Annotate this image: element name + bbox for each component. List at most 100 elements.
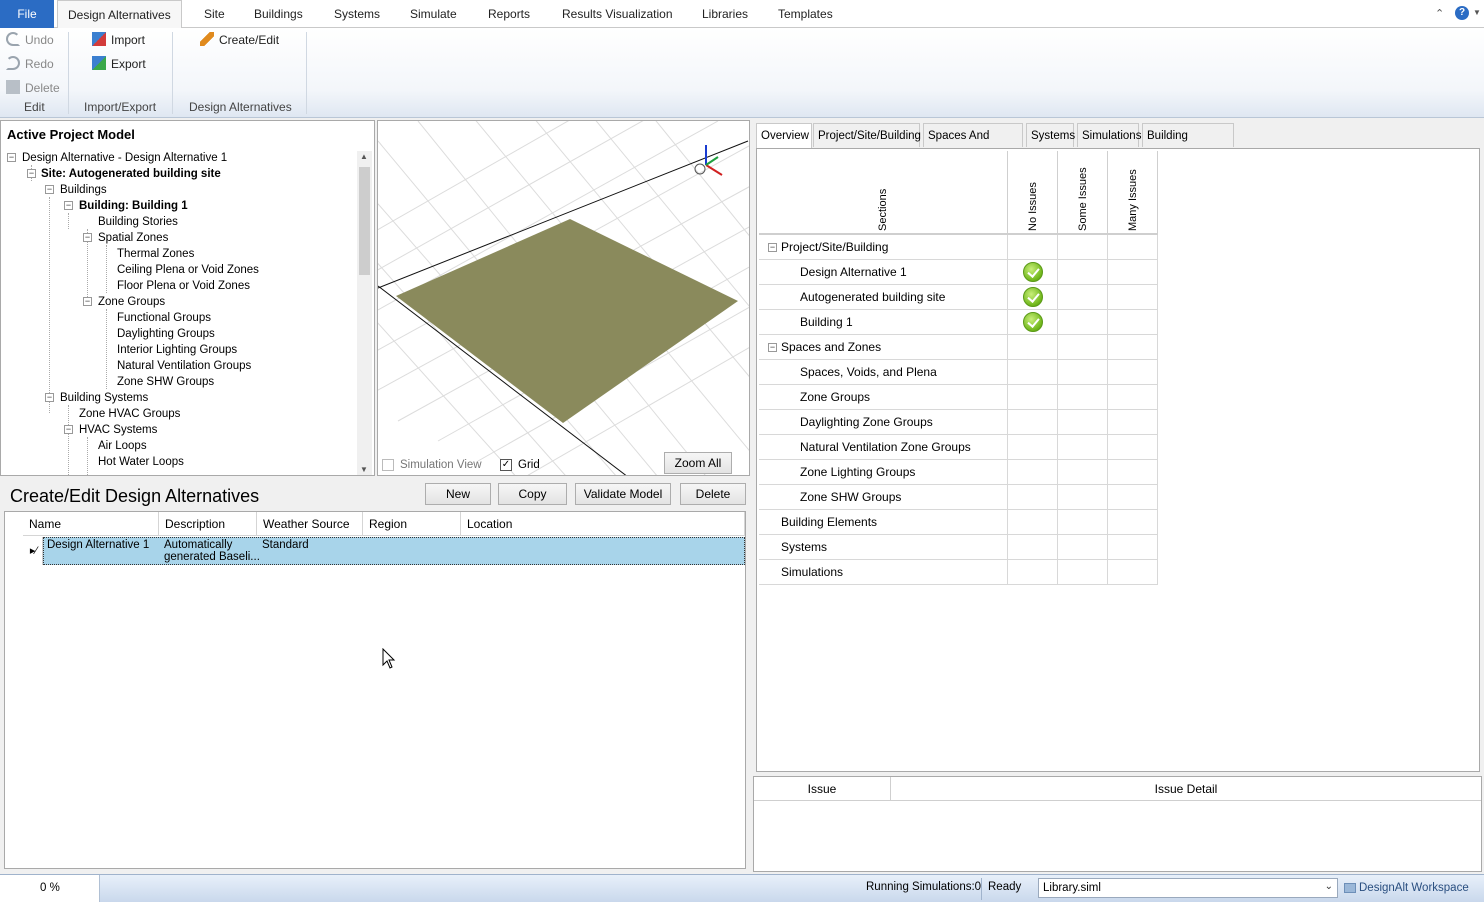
overview-row[interactable]: Zone Groups xyxy=(759,385,1158,410)
file-menu-tab[interactable]: File xyxy=(0,0,54,28)
library-select[interactable]: Library.siml ⌄ xyxy=(1038,878,1338,898)
collapse-toggle-icon[interactable]: − xyxy=(83,297,92,306)
overview-cell-divider xyxy=(1157,435,1158,460)
floor-slab[interactable] xyxy=(396,219,738,423)
tree-node-functional-groups[interactable]: Functional Groups xyxy=(117,310,211,326)
new-button[interactable]: New xyxy=(425,483,491,505)
export-button[interactable]: Export xyxy=(92,54,146,74)
tree-node-thermal-zones[interactable]: Thermal Zones xyxy=(117,246,194,262)
tree-node-air-loops[interactable]: Air Loops xyxy=(98,438,147,454)
tab-libraries[interactable]: Libraries xyxy=(692,0,758,28)
help-icon[interactable]: ? xyxy=(1455,6,1469,20)
tree-node-hot-water-loops[interactable]: Hot Water Loops xyxy=(98,454,184,470)
collapse-toggle-icon[interactable]: − xyxy=(7,153,16,162)
undo-button[interactable]: Undo xyxy=(6,30,54,50)
tab-site[interactable]: Site xyxy=(194,0,235,28)
grid-checkbox[interactable]: ✓ xyxy=(500,459,512,471)
tree-node-buildings[interactable]: Buildings xyxy=(60,182,107,198)
tree-node-building[interactable]: Building: Building 1 xyxy=(79,198,188,214)
tree-node-spatial-zones[interactable]: Spatial Zones xyxy=(98,230,168,246)
tree-node-interior-lighting-groups[interactable]: Interior Lighting Groups xyxy=(117,342,237,358)
column-header-description[interactable]: Description xyxy=(159,512,257,536)
tree-node-natural-ventilation-groups[interactable]: Natural Ventilation Groups xyxy=(117,358,251,374)
collapse-toggle-icon[interactable]: − xyxy=(64,425,73,434)
tab-simulate[interactable]: Simulate xyxy=(400,0,467,28)
redo-button[interactable]: Redo xyxy=(6,54,54,74)
tab-templates[interactable]: Templates xyxy=(768,0,843,28)
column-header-location[interactable]: Location xyxy=(461,512,745,536)
tab-spaces-and-zones[interactable]: Spaces And Zones xyxy=(923,123,1023,166)
help-dropdown-icon[interactable]: ▼ xyxy=(1473,8,1481,17)
collapse-toggle-icon[interactable]: − xyxy=(45,393,54,402)
model-3d-view[interactable]: Simulation View ✓ Grid Zoom All xyxy=(377,120,750,476)
chevron-down-icon: ⌄ xyxy=(1324,881,1333,892)
group-separator xyxy=(172,32,173,114)
overview-row[interactable]: Spaces, Voids, and Plena xyxy=(759,360,1158,385)
overview-cell-divider xyxy=(1107,385,1108,410)
tab-building-elements[interactable]: Building Elements xyxy=(1142,123,1234,166)
overview-row[interactable]: Building 1 xyxy=(759,310,1158,335)
issue-column-header[interactable]: Issue xyxy=(754,777,891,801)
collapse-toggle-icon[interactable]: − xyxy=(768,243,777,252)
overview-row[interactable]: Systems xyxy=(759,535,1158,560)
overview-cell-divider xyxy=(1057,235,1058,260)
collapse-toggle-icon[interactable]: − xyxy=(83,233,92,242)
scroll-up-icon[interactable]: ▲ xyxy=(360,152,368,161)
tree-node-building-stories[interactable]: Building Stories xyxy=(98,214,178,230)
overview-row[interactable]: Design Alternative 1 xyxy=(759,260,1158,285)
tab-simulations[interactable]: Simulations xyxy=(1077,123,1141,147)
tab-overview[interactable]: Overview xyxy=(756,123,812,149)
validate-model-button[interactable]: Validate Model xyxy=(575,483,671,505)
column-header-region[interactable]: Region xyxy=(363,512,461,536)
overview-row[interactable]: Daylighting Zone Groups xyxy=(759,410,1158,435)
tree-scroll-thumb[interactable] xyxy=(359,167,370,275)
simulation-view-checkbox[interactable] xyxy=(382,459,394,471)
tree-node-zone-groups[interactable]: Zone Groups xyxy=(98,294,165,310)
tab-project-site-building[interactable]: Project/Site/Building xyxy=(813,123,921,147)
tab-results-visualization[interactable]: Results Visualization xyxy=(552,0,683,28)
overview-row[interactable]: Building Elements xyxy=(759,510,1158,535)
overview-row[interactable]: Simulations xyxy=(759,560,1158,585)
delete-button[interactable]: Delete xyxy=(680,483,746,505)
overview-row[interactable]: Natural Ventilation Zone Groups xyxy=(759,435,1158,460)
overview-row[interactable]: Autogenerated building site xyxy=(759,285,1158,310)
tree-node-daylighting-groups[interactable]: Daylighting Groups xyxy=(117,326,215,342)
column-header-weather-source[interactable]: Weather Source xyxy=(257,512,363,536)
workspace-button[interactable]: DesignAlt Workspace xyxy=(1342,878,1478,900)
overview-row[interactable]: Zone SHW Groups xyxy=(759,485,1158,510)
import-button[interactable]: Import xyxy=(92,30,145,50)
overview-row[interactable]: Zone Lighting Groups xyxy=(759,460,1158,485)
tree-scrollbar[interactable]: ▲ ▼ xyxy=(357,151,372,475)
tree-node-zone-hvac-groups[interactable]: Zone HVAC Groups xyxy=(79,406,180,422)
tab-systems[interactable]: Systems xyxy=(324,0,390,28)
tree-node-design-alternative[interactable]: Design Alternative - Design Alternative … xyxy=(22,150,227,166)
table-row[interactable]: Design Alternative 1 Automatically gener… xyxy=(43,537,745,565)
create-edit-button[interactable]: Create/Edit xyxy=(200,30,279,50)
zoom-all-button[interactable]: Zoom All xyxy=(664,452,732,474)
column-header-name[interactable]: Name xyxy=(23,512,159,536)
collapse-toggle-icon[interactable]: − xyxy=(64,201,73,210)
tab-reports[interactable]: Reports xyxy=(478,0,540,28)
scroll-down-icon[interactable]: ▼ xyxy=(360,465,368,474)
copy-button[interactable]: Copy xyxy=(498,483,567,505)
collapse-toggle-icon[interactable]: − xyxy=(768,343,777,352)
overview-row[interactable]: − Project/Site/Building xyxy=(759,235,1158,260)
delete-ribbon-button[interactable]: Delete xyxy=(6,78,60,98)
collapse-toggle-icon[interactable]: − xyxy=(27,169,36,178)
issue-detail-column-header[interactable]: Issue Detail xyxy=(891,777,1481,801)
tree-node-zone-shw-groups[interactable]: Zone SHW Groups xyxy=(117,374,214,390)
tab-buildings[interactable]: Buildings xyxy=(244,0,313,28)
tree-node-site[interactable]: Site: Autogenerated building site xyxy=(41,166,221,182)
tree-node-building-systems[interactable]: Building Systems xyxy=(60,390,148,406)
overview-row[interactable]: − Spaces and Zones xyxy=(759,335,1158,360)
tab-systems-right[interactable]: Systems xyxy=(1026,123,1075,147)
minimize-ribbon-icon[interactable]: ⌃ xyxy=(1435,7,1444,20)
overview-cell-divider xyxy=(1007,410,1008,435)
tree-node-hvac-systems[interactable]: HVAC Systems xyxy=(79,422,157,438)
tree-node-floor-plena[interactable]: Floor Plena or Void Zones xyxy=(117,278,250,294)
tab-design-alternatives[interactable]: Design Alternatives xyxy=(57,0,182,29)
overview-cell-divider xyxy=(1157,360,1158,385)
collapse-toggle-icon[interactable]: − xyxy=(45,185,54,194)
tree-node-ceiling-plena[interactable]: Ceiling Plena or Void Zones xyxy=(117,262,259,278)
pencil-icon xyxy=(200,32,214,46)
